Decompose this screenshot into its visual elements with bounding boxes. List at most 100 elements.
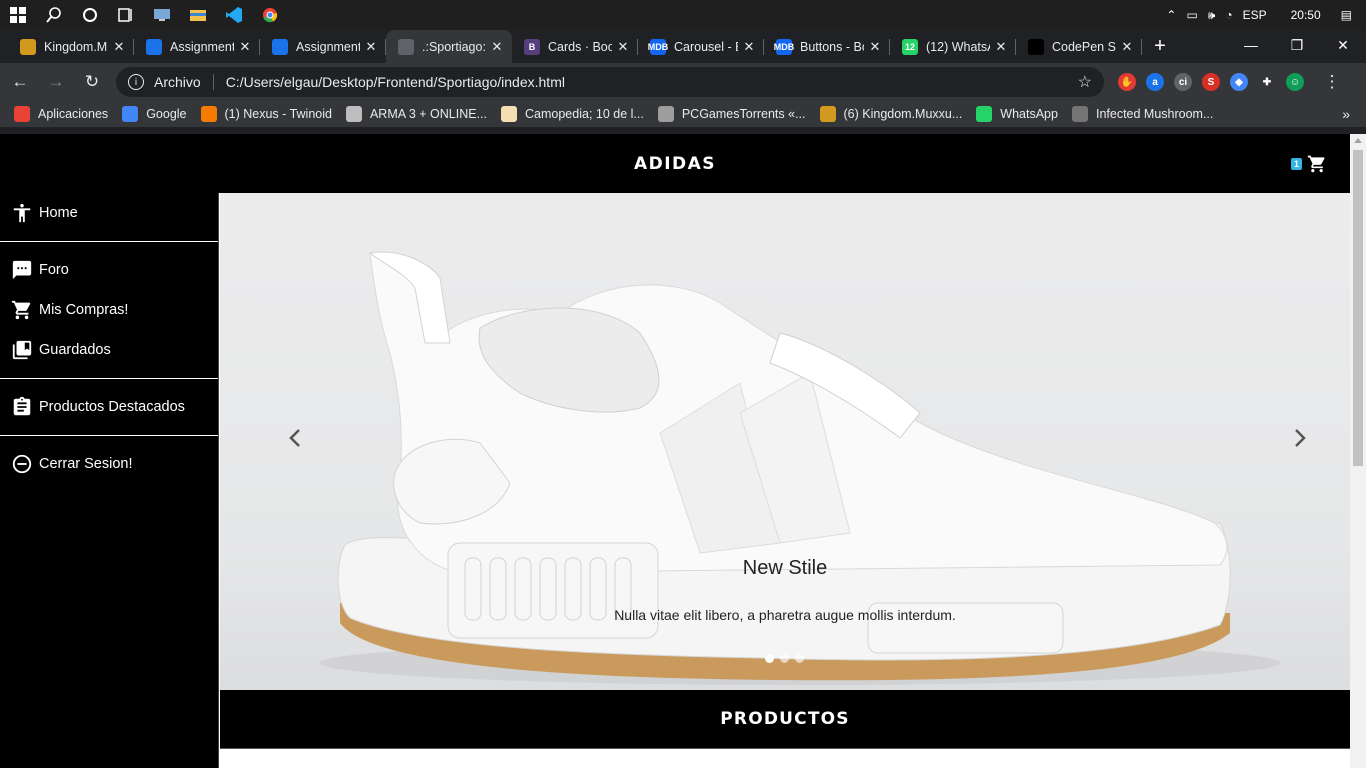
whatsapp-icon bbox=[976, 106, 993, 122]
s-extension-icon[interactable]: S bbox=[1202, 73, 1220, 91]
adblock-icon[interactable]: ✋ bbox=[1118, 73, 1136, 91]
bookmark-label: Aplicaciones bbox=[38, 107, 109, 121]
nav-compras[interactable]: Mis Compras! bbox=[0, 290, 218, 330]
address-bar[interactable]: i Archivo C:/Users/elgau/Desktop/Fronten… bbox=[116, 67, 1104, 97]
window-controls: — ❐ ✕ bbox=[1228, 30, 1366, 60]
volume-icon[interactable]: 🕪 bbox=[1208, 8, 1216, 23]
carousel-indicator[interactable] bbox=[795, 654, 804, 663]
browser-tab-strip: Kingdom.Muxxu✕Assignment✕Assignment✕.:Sp… bbox=[0, 30, 1366, 63]
brand-logo[interactable]: ADIDAS bbox=[634, 154, 716, 174]
bookmark-item[interactable]: ARMA 3 + ONLINE... bbox=[345, 106, 488, 122]
tab-close-icon[interactable]: ✕ bbox=[490, 39, 504, 55]
bookmarks-overflow-icon[interactable]: » bbox=[1342, 106, 1350, 122]
tab-close-icon[interactable]: ✕ bbox=[616, 39, 630, 55]
new-tab-button[interactable]: + bbox=[1142, 30, 1178, 63]
nav-destacados[interactable]: Productos Destacados bbox=[0, 387, 218, 427]
nav-cerrar-sesion[interactable]: Cerrar Sesion! bbox=[0, 444, 218, 484]
omnibox-separator bbox=[212, 74, 214, 90]
browser-tab[interactable]: Assignment ✕ bbox=[134, 30, 260, 63]
bookmark-label: WhatsApp bbox=[1000, 107, 1058, 121]
carousel-indicator[interactable] bbox=[765, 654, 774, 663]
tab-label: Assignment bbox=[170, 39, 234, 54]
clock[interactable]: 20:50 bbox=[1291, 8, 1321, 22]
nav-divider bbox=[0, 378, 218, 379]
browser-tab[interactable]: MDB Buttons - Bootstrap ✕ bbox=[764, 30, 890, 63]
bookmark-item[interactable]: WhatsApp bbox=[976, 106, 1058, 122]
cart-button[interactable]: 1 bbox=[1290, 154, 1328, 174]
back-icon[interactable]: ← bbox=[4, 66, 36, 98]
bookmark-item[interactable]: PCGamesTorrents «... bbox=[657, 106, 806, 122]
bookmark-star-icon[interactable]: ☆ bbox=[1078, 72, 1092, 92]
browser-tab[interactable]: MDB Carousel - Bootstrap ✕ bbox=[638, 30, 764, 63]
chevron-right-icon bbox=[1295, 429, 1306, 447]
accessibility-icon bbox=[13, 203, 31, 223]
tab-close-icon[interactable]: ✕ bbox=[238, 39, 252, 55]
language-indicator[interactable]: ESP bbox=[1243, 8, 1267, 22]
tab-close-icon[interactable]: ✕ bbox=[1120, 39, 1134, 55]
reload-icon[interactable]: ↻ bbox=[76, 66, 108, 98]
forward-icon[interactable]: → bbox=[40, 66, 72, 98]
vscode-icon[interactable] bbox=[216, 0, 252, 30]
browser-tab[interactable]: B Cards · Bootstrap ✕ bbox=[512, 30, 638, 63]
nav-guardados[interactable]: Guardados bbox=[0, 330, 218, 370]
cortana-icon[interactable] bbox=[72, 0, 108, 30]
chevron-up-icon[interactable]: ⌃ bbox=[1166, 8, 1176, 22]
minimize-icon[interactable]: — bbox=[1228, 30, 1274, 60]
menu-kebab-icon[interactable]: ⋮ bbox=[1316, 66, 1348, 98]
nav-guardados-label: Guardados bbox=[39, 342, 111, 358]
browser-tab[interactable]: 12 (12) WhatsApp ✕ bbox=[890, 30, 1016, 63]
bookmark-label: Infected Mushroom... bbox=[1095, 107, 1214, 121]
wifi-icon[interactable]: ◔ bbox=[1225, 8, 1232, 22]
remote-desktop-icon[interactable] bbox=[144, 0, 180, 30]
browser-tab[interactable]: CodePen Search ✕ bbox=[1016, 30, 1142, 63]
file-explorer-icon[interactable] bbox=[180, 0, 216, 30]
carousel-prev-button[interactable] bbox=[280, 423, 310, 453]
close-window-icon[interactable]: ✕ bbox=[1320, 30, 1366, 60]
browser-toolbar: ← → ↻ i Archivo C:/Users/elgau/Desktop/F… bbox=[0, 63, 1366, 101]
browser-tab[interactable]: Assignment ✕ bbox=[260, 30, 386, 63]
bookmark-label: ARMA 3 + ONLINE... bbox=[369, 107, 488, 121]
bookmark-item[interactable]: Camopedia; 10 de l... bbox=[501, 106, 644, 122]
tab-close-icon[interactable]: ✕ bbox=[742, 39, 756, 55]
task-view-icon[interactable] bbox=[108, 0, 144, 30]
bookmark-item[interactable]: (1) Nexus - Twinoid bbox=[200, 106, 332, 122]
notifications-icon[interactable]: ▤ bbox=[1341, 8, 1352, 22]
bookmark-item[interactable]: Google bbox=[122, 106, 187, 122]
browser-tab[interactable]: Kingdom.Muxxu ✕ bbox=[8, 30, 134, 63]
battery-icon[interactable]: ▭ bbox=[1186, 8, 1197, 22]
profile-avatar-icon[interactable]: ☺ bbox=[1286, 73, 1304, 91]
bookmark-item[interactable]: Infected Mushroom... bbox=[1071, 106, 1214, 122]
info-icon[interactable]: i bbox=[128, 74, 144, 90]
person-icon bbox=[146, 38, 162, 55]
carousel-indicator[interactable] bbox=[780, 654, 789, 663]
tab-label: Kingdom.Muxxu bbox=[44, 39, 108, 54]
bookmark-item[interactable]: Aplicaciones bbox=[14, 106, 108, 122]
bookmark-label: Camopedia; 10 de l... bbox=[525, 107, 644, 121]
search-icon[interactable] bbox=[36, 0, 72, 30]
carousel-next-button[interactable] bbox=[1285, 423, 1315, 453]
bookmark-item[interactable]: (6) Kingdom.Muxxu... bbox=[819, 106, 962, 122]
scrollbar-thumb[interactable] bbox=[1353, 150, 1363, 466]
carousel-caption-text: Nulla vitae elit libero, a pharetra augu… bbox=[614, 607, 956, 623]
tab-close-icon[interactable]: ✕ bbox=[364, 39, 378, 55]
ci-icon[interactable]: ci bbox=[1174, 73, 1192, 91]
url-text[interactable]: C:/Users/elgau/Desktop/Frontend/Sportiag… bbox=[226, 74, 1078, 90]
puzzle-icon[interactable]: ✚ bbox=[1258, 73, 1276, 91]
scroll-up-icon[interactable] bbox=[1354, 138, 1362, 143]
nexus-icon bbox=[200, 106, 217, 122]
chrome-icon[interactable] bbox=[252, 0, 288, 30]
tab-close-icon[interactable]: ✕ bbox=[112, 39, 126, 55]
browser-tab[interactable]: .:Sportiago:. ✕ bbox=[386, 30, 512, 63]
translate-icon[interactable]: a bbox=[1146, 73, 1164, 91]
nav-foro[interactable]: Foro bbox=[0, 250, 218, 290]
windows-start-icon[interactable] bbox=[0, 0, 36, 30]
diamond-icon[interactable]: ◆ bbox=[1230, 73, 1248, 91]
chat-icon bbox=[12, 260, 32, 280]
tab-label: Carousel - Bootstrap bbox=[674, 39, 738, 54]
nav-home[interactable]: Home bbox=[0, 193, 218, 233]
tab-close-icon[interactable]: ✕ bbox=[994, 39, 1008, 55]
page-scrollbar[interactable] bbox=[1350, 134, 1366, 768]
restore-icon[interactable]: ❐ bbox=[1274, 30, 1320, 60]
tab-close-icon[interactable]: ✕ bbox=[868, 39, 882, 55]
tab-label: .:Sportiago:. bbox=[422, 39, 486, 54]
